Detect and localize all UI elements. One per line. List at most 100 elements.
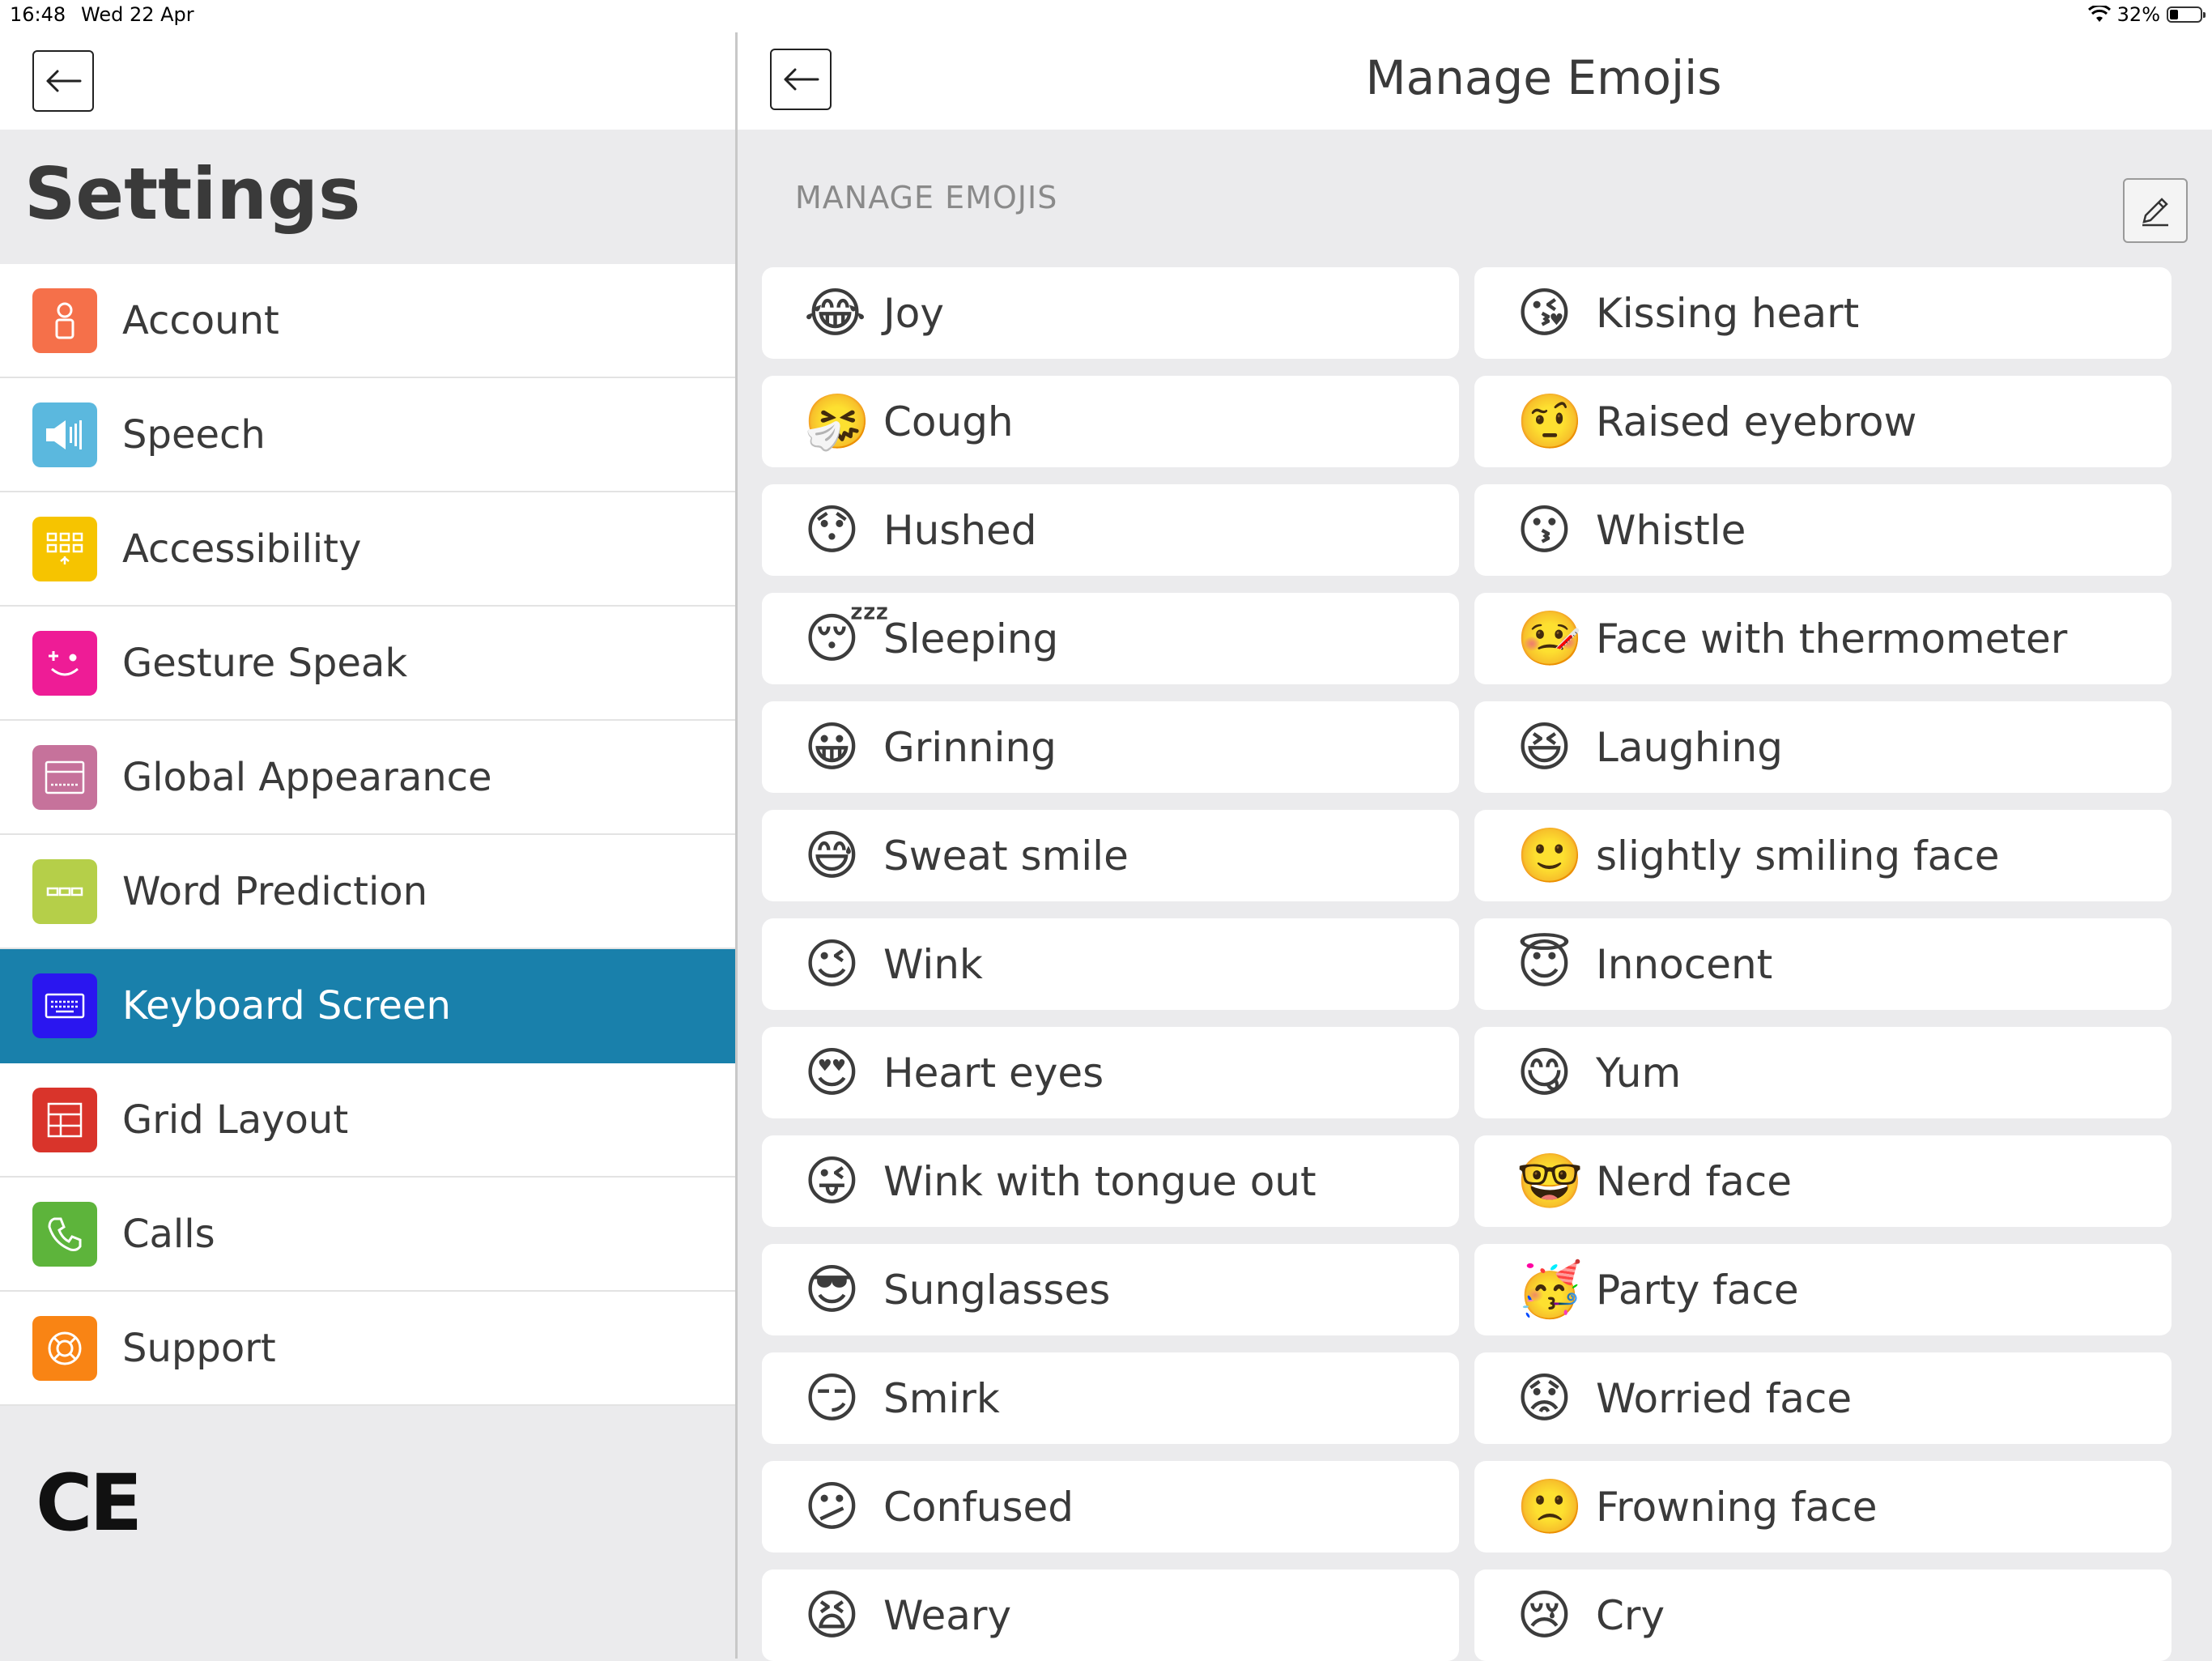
sidebar-item-gesture-speak[interactable]: Gesture Speak [0,607,735,721]
yum-emoji-icon: 😋 [1516,1041,1572,1104]
sidebar-item-label: Global Appearance [122,754,492,800]
accessibility-grid-icon [32,516,97,581]
emoji-card[interactable]: 😴 Sleeping [762,593,1459,684]
emoji-card[interactable]: 😟 Worried face [1474,1352,2172,1444]
wink-tongue-emoji-icon: 😜 [804,1149,860,1212]
emoji-card[interactable]: 😋 Yum [1474,1027,2172,1118]
emoji-card[interactable]: 😂 Joy [762,267,1459,359]
edit-button[interactable] [2123,178,2188,243]
sidebar-item-label: Support [122,1325,276,1371]
sidebar-item-account[interactable]: Account [0,264,735,378]
emoji-card[interactable]: 😫 Weary [762,1569,1459,1661]
emoji-card[interactable]: 😉 Wink [762,918,1459,1010]
detail-header: Manage Emojis [738,32,2212,130]
emoji-label: Whistle [1596,506,1746,554]
emoji-card[interactable]: 🤓 Nerd face [1474,1135,2172,1227]
grinning-emoji-icon: 😀 [804,715,860,778]
phone-icon [32,1201,97,1267]
emoji-label: Innocent [1596,940,1773,988]
appearance-icon [32,744,97,810]
ce-mark: CE [36,1458,143,1548]
emoji-label: Raised eyebrow [1596,398,1917,445]
confused-emoji-icon: 😕 [804,1475,860,1538]
joy-emoji-icon: 😂 [804,281,867,344]
sidebar-back-button[interactable] [32,50,94,112]
speaker-icon [32,402,97,467]
slightly-smiling-emoji-icon: 🙂 [1516,824,1584,887]
sidebar-item-label: Word Prediction [122,868,428,914]
emoji-card[interactable]: 😀 Grinning [762,701,1459,793]
worried-face-emoji-icon: 😟 [1516,1366,1572,1429]
frowning-face-emoji-icon: 🙁 [1516,1475,1584,1538]
emoji-card[interactable]: 😗 Whistle [1474,484,2172,576]
sidebar-item-keyboard-screen[interactable]: Keyboard Screen [0,949,735,1063]
party-face-emoji-icon: 🥳 [1516,1258,1584,1321]
heart-eyes-emoji-icon: 😍 [804,1041,860,1104]
sidebar-item-grid-layout[interactable]: Grid Layout [0,1063,735,1178]
emoji-card[interactable]: 🙂 slightly smiling face [1474,810,2172,901]
emoji-label: Frowning face [1596,1483,1878,1531]
emoji-card[interactable]: 😜 Wink with tongue out [762,1135,1459,1227]
grid-layout-icon [32,1087,97,1152]
sidebar-item-label: Speech [122,411,266,458]
battery-percent: 32% [2116,3,2160,26]
sidebar-item-calls[interactable]: Calls [0,1178,735,1292]
emoji-card[interactable]: 😆 Laughing [1474,701,2172,793]
emoji-label: Sweat smile [883,832,1129,879]
emoji-card[interactable]: 😯 Hushed [762,484,1459,576]
emoji-card[interactable]: 🤨 Raised eyebrow [1474,376,2172,467]
status-date: Wed 22 Apr [81,3,194,26]
sidebar-item-word-prediction[interactable]: Word Prediction [0,835,735,949]
wink-emoji-icon: 😉 [804,932,860,995]
raised-eyebrow-emoji-icon: 🤨 [1516,390,1584,453]
cough-emoji-icon: 🤧 [804,390,871,453]
emoji-card[interactable]: 😏 Smirk [762,1352,1459,1444]
emoji-label: Nerd face [1596,1157,1792,1205]
emoji-card[interactable]: 😇 Innocent [1474,918,2172,1010]
sidebar-item-label: Calls [122,1211,215,1257]
emoji-label: Sleeping [883,615,1059,662]
account-icon [32,287,97,353]
emoji-card[interactable]: 🙁 Frowning face [1474,1461,2172,1552]
section-label: MANAGE EMOJIS [795,180,1058,215]
status-time: 16:48 [10,3,66,26]
sidebar-item-support[interactable]: Support [0,1292,735,1406]
emoji-label: Worried face [1596,1374,1853,1422]
emoji-label: Wink with tongue out [883,1157,1317,1205]
emoji-label: Cough [883,398,1014,445]
sidebar-item-label: Grid Layout [122,1097,349,1143]
keyboard-icon [32,973,97,1038]
emoji-card[interactable]: 😢 Cry [1474,1569,2172,1661]
emoji-label: Grinning [883,723,1057,771]
emoji-card[interactable]: 😕 Confused [762,1461,1459,1552]
emoji-card[interactable]: 😎 Sunglasses [762,1244,1459,1335]
status-bar: 16:48 Wed 22 Apr 32% [0,0,2212,32]
settings-sidebar: Settings Account Speech Accessibility Ge… [0,0,735,1659]
kissing-heart-emoji-icon: 😘 [1516,281,1572,344]
emoji-card[interactable]: 🤒 Face with thermometer [1474,593,2172,684]
sidebar-item-speech[interactable]: Speech [0,378,735,492]
sidebar-item-accessibility[interactable]: Accessibility [0,492,735,607]
sidebar-item-label: Accessibility [122,526,362,572]
emoji-label: Heart eyes [883,1049,1104,1097]
emoji-card[interactable]: 😅 Sweat smile [762,810,1459,901]
word-prediction-icon [32,858,97,924]
wifi-icon [2087,6,2111,22]
emoji-label: Face with thermometer [1596,615,2068,662]
manage-emojis-pane: Manage Emojis MANAGE EMOJIS 😂 Joy 🤧 Coug… [738,0,2212,1661]
page-title: Manage Emojis [1365,50,1722,105]
gesture-face-icon [32,630,97,696]
emoji-card[interactable]: 😍 Heart eyes [762,1027,1459,1118]
sidebar-item-label: Gesture Speak [122,640,408,686]
lifebuoy-icon [32,1315,97,1381]
thermometer-face-emoji-icon: 🤒 [1516,607,1584,670]
sidebar-item-label: Keyboard Screen [122,982,451,1029]
emoji-card[interactable]: 🥳 Party face [1474,1244,2172,1335]
sleeping-emoji-icon: 😴 [804,607,890,670]
laughing-emoji-icon: 😆 [1516,715,1572,778]
status-right: 32% [2087,3,2206,26]
emoji-card[interactable]: 🤧 Cough [762,376,1459,467]
sidebar-item-global-appearance[interactable]: Global Appearance [0,721,735,835]
emoji-card[interactable]: 😘 Kissing heart [1474,267,2172,359]
battery-icon [2167,6,2206,23]
